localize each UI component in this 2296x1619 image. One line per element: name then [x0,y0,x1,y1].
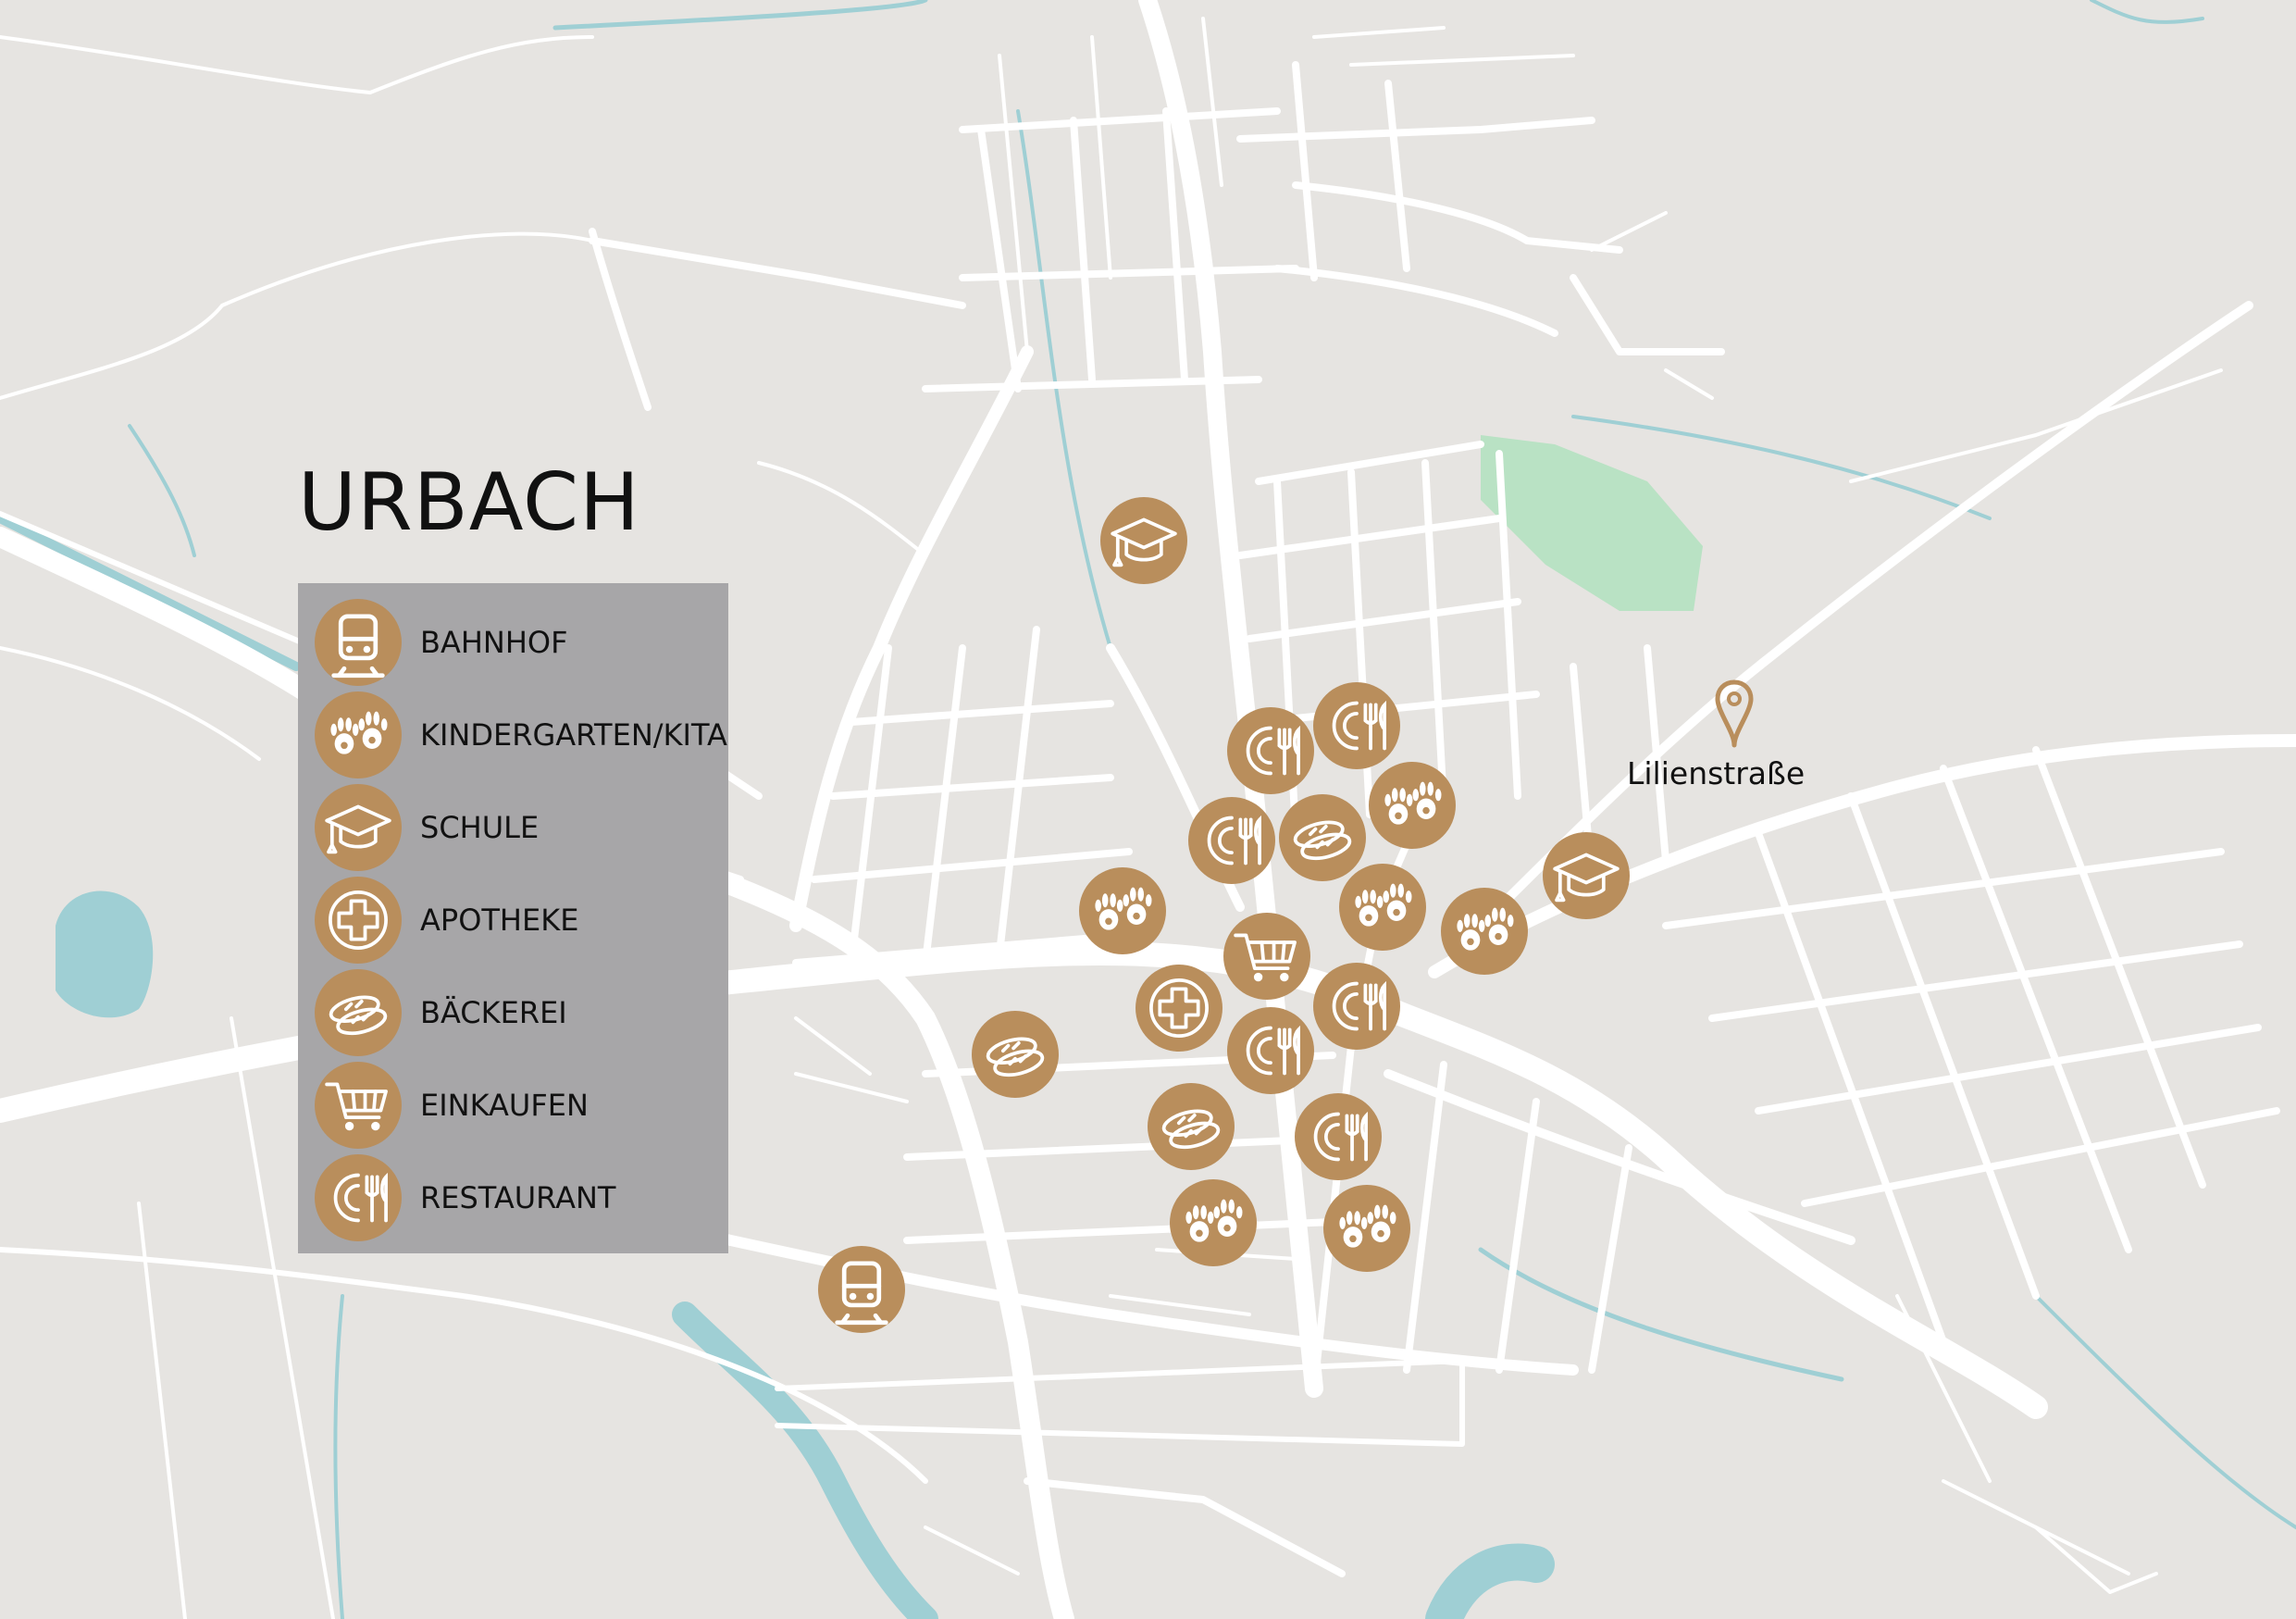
marker-bahnhof[interactable] [818,1246,905,1333]
hands-icon [315,691,402,778]
legend-label: SCHULE [420,810,540,845]
restaurant-icon [315,1154,402,1241]
legend-label: APOTHEKE [420,903,579,938]
legend-item-kindergarten: KINDERGARTEN/KITA [315,691,727,778]
marker-kindergarten[interactable] [1369,762,1456,849]
legend-label: RESTAURANT [420,1180,616,1215]
location-label: Lilienstraße [1627,755,1806,791]
legend-item-restaurant: RESTAURANT [315,1154,616,1241]
legend-label: EINKAUFEN [420,1088,589,1123]
marker-baeckerei[interactable] [972,1011,1059,1098]
marker-schule[interactable] [1100,497,1187,584]
marker-restaurant[interactable] [1227,707,1314,794]
marker-baeckerei[interactable] [1148,1083,1235,1170]
shopping-cart-icon [315,1062,402,1149]
map-canvas[interactable]: URBACH BAHNHOF KINDERGARTEN/KITA SCHULE … [0,0,2296,1619]
legend-label: BAHNHOF [420,625,568,660]
legend-item-baeckerei: BÄCKEREI [315,969,567,1056]
legend-panel: BAHNHOF KINDERGARTEN/KITA SCHULE APOTHEK… [298,583,728,1253]
graduation-cap-icon [315,784,402,871]
pharmacy-cross-icon [315,877,402,964]
legend-label: KINDERGARTEN/KITA [420,717,727,753]
marker-apotheke[interactable] [1136,965,1222,1052]
marker-kindergarten[interactable] [1079,867,1166,954]
marker-kindergarten[interactable] [1441,888,1528,975]
map-title: URBACH [298,456,640,549]
marker-restaurant[interactable] [1227,1007,1314,1094]
legend-item-einkaufen: EINKAUFEN [315,1062,589,1149]
location-pin-icon[interactable] [1714,679,1755,751]
marker-schule[interactable] [1543,832,1630,919]
marker-kindergarten[interactable] [1170,1179,1257,1266]
legend-item-apotheke: APOTHEKE [315,877,579,964]
legend-item-schule: SCHULE [315,784,540,871]
legend-item-bahnhof: BAHNHOF [315,599,568,686]
marker-einkaufen[interactable] [1223,913,1310,1000]
legend-label: BÄCKEREI [420,995,567,1030]
marker-restaurant[interactable] [1313,963,1400,1050]
marker-restaurant[interactable] [1313,682,1400,769]
marker-restaurant[interactable] [1188,797,1275,884]
marker-kindergarten[interactable] [1323,1185,1410,1272]
bread-icon [315,969,402,1056]
marker-restaurant[interactable] [1295,1093,1382,1180]
train-icon [315,599,402,686]
marker-kindergarten[interactable] [1339,864,1426,951]
